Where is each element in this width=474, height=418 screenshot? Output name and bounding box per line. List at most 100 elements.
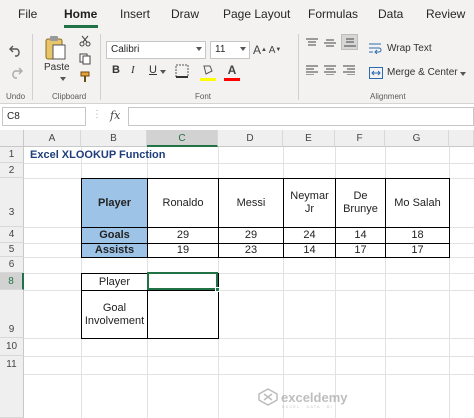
- select-all-corner[interactable]: [0, 130, 24, 147]
- redo-icon[interactable]: [8, 64, 24, 80]
- column-header-e[interactable]: E: [283, 130, 335, 147]
- goal-involvement-output[interactable]: [147, 290, 219, 339]
- group-label-font: Font: [195, 92, 212, 101]
- align-right-icon[interactable]: [341, 63, 357, 77]
- formula-input[interactable]: [128, 107, 474, 126]
- font-color-icon[interactable]: A: [224, 63, 240, 77]
- merge-center-button[interactable]: Merge & Center: [387, 67, 458, 78]
- group-separator: [32, 34, 33, 100]
- column-header-d[interactable]: D: [218, 130, 283, 147]
- player-name-cell[interactable]: Mo Salah: [385, 178, 450, 228]
- row-header-10[interactable]: 10: [0, 338, 24, 356]
- group-label-undo: Undo: [6, 92, 26, 101]
- row-header-5[interactable]: 5: [0, 243, 24, 257]
- column-header-overflow[interactable]: [449, 130, 474, 147]
- align-center-icon[interactable]: [322, 63, 338, 77]
- decrease-font-size-icon[interactable]: A ▼: [268, 41, 282, 59]
- goal-involvement-label[interactable]: Goal Involvement: [81, 290, 148, 339]
- paste-icon[interactable]: [42, 34, 68, 62]
- table-row-label-goals[interactable]: Goals: [81, 227, 148, 244]
- active-tab-indicator: [64, 25, 98, 28]
- goals-value-cell[interactable]: 14: [335, 227, 386, 244]
- table-header-player[interactable]: Player: [81, 178, 148, 228]
- row-header-9[interactable]: 9: [0, 290, 24, 338]
- lookup-player-label[interactable]: Player: [81, 273, 148, 291]
- tab-page-layout[interactable]: Page Layout: [223, 7, 290, 21]
- copy-icon[interactable]: [78, 52, 92, 66]
- fx-icon[interactable]: fx: [110, 109, 120, 122]
- increase-font-size-icon[interactable]: A ▲: [253, 41, 267, 59]
- column-header-f[interactable]: F: [335, 130, 385, 147]
- goals-value-cell[interactable]: 29: [147, 227, 219, 244]
- column-header-c[interactable]: C: [147, 130, 218, 147]
- player-name-cell[interactable]: Neymar Jr: [283, 178, 336, 228]
- paste-dropdown-icon[interactable]: [58, 74, 68, 84]
- watermark: exceldemy EXCEL · DATA · BI: [258, 388, 348, 409]
- ribbon-tabs: File Home Insert Draw Page Layout Formul…: [0, 0, 474, 30]
- font-size-select[interactable]: 11: [210, 41, 250, 59]
- tab-file[interactable]: File: [18, 7, 37, 21]
- group-label-alignment: Alignment: [370, 92, 406, 101]
- underline-button[interactable]: U: [149, 64, 157, 76]
- italic-button[interactable]: I: [131, 64, 135, 76]
- row-header-2[interactable]: 2: [0, 163, 24, 178]
- align-top-icon[interactable]: [304, 36, 320, 50]
- tab-review[interactable]: Review: [426, 7, 465, 21]
- format-painter-icon[interactable]: [78, 70, 92, 84]
- chevron-down-icon: [196, 47, 202, 51]
- font-name-select[interactable]: Calibri: [106, 41, 206, 59]
- tab-insert[interactable]: Insert: [120, 7, 150, 21]
- assists-value-cell[interactable]: 23: [218, 243, 284, 258]
- fill-color-swatch: [200, 78, 216, 81]
- group-label-clipboard: Clipboard: [52, 92, 87, 101]
- tab-data[interactable]: Data: [378, 7, 403, 21]
- column-header-a[interactable]: A: [24, 130, 81, 147]
- table-row-label-assists[interactable]: Assists: [81, 243, 148, 258]
- player-name-cell[interactable]: Ronaldo: [147, 178, 219, 228]
- row-header-4[interactable]: 4: [0, 227, 24, 243]
- row-header-1[interactable]: 1: [0, 147, 24, 163]
- fill-handle[interactable]: [215, 287, 220, 292]
- name-box[interactable]: C8: [2, 107, 86, 126]
- chevron-down-icon[interactable]: [459, 70, 467, 78]
- assists-value-cell[interactable]: 17: [385, 243, 450, 258]
- group-separator: [100, 34, 101, 100]
- wrap-text-icon[interactable]: [368, 41, 384, 55]
- row-header-3[interactable]: 3: [0, 178, 24, 227]
- column-header-b[interactable]: B: [81, 130, 147, 147]
- tab-draw[interactable]: Draw: [171, 7, 199, 21]
- assists-value-cell[interactable]: 17: [335, 243, 386, 258]
- column-header-g[interactable]: G: [385, 130, 449, 147]
- sheet-title[interactable]: Excel XLOOKUP Function: [30, 149, 166, 161]
- goals-value-cell[interactable]: 18: [385, 227, 450, 244]
- formula-bar: C8 ⋮ fx: [0, 107, 474, 127]
- player-name-cell[interactable]: De Brunye: [335, 178, 386, 228]
- align-bottom-icon[interactable]: [341, 34, 358, 50]
- cut-icon[interactable]: [78, 34, 92, 48]
- paste-label[interactable]: Paste: [44, 62, 70, 73]
- row-header-8[interactable]: 8: [0, 273, 24, 290]
- undo-icon[interactable]: [8, 42, 24, 58]
- tab-formulas[interactable]: Formulas: [308, 7, 358, 21]
- chevron-down-icon[interactable]: [159, 68, 167, 76]
- wrap-text-button[interactable]: Wrap Text: [387, 43, 432, 54]
- align-left-icon[interactable]: [304, 63, 320, 77]
- assists-value-cell[interactable]: 19: [147, 243, 219, 258]
- merge-center-icon[interactable]: [368, 66, 384, 80]
- align-middle-icon[interactable]: [322, 36, 338, 50]
- row-header-6[interactable]: 6: [0, 257, 24, 273]
- goals-value-cell[interactable]: 29: [218, 227, 284, 244]
- exceldemy-logo-icon: [258, 388, 278, 406]
- tab-home[interactable]: Home: [64, 7, 97, 21]
- row-header-11[interactable]: 11: [0, 356, 24, 418]
- fill-color-icon[interactable]: [200, 63, 216, 77]
- player-name-cell[interactable]: Messi: [218, 178, 284, 228]
- goals-value-cell[interactable]: 24: [283, 227, 336, 244]
- bold-button[interactable]: B: [112, 64, 120, 76]
- formula-bar-separator: ⋮: [92, 109, 102, 120]
- assists-value-cell[interactable]: 14: [283, 243, 336, 258]
- font-size-value: 11: [215, 44, 226, 55]
- borders-icon[interactable]: [172, 63, 192, 79]
- watermark-brand: exceldemy: [281, 389, 348, 405]
- watermark-tagline: EXCEL · DATA · BI: [282, 404, 333, 409]
